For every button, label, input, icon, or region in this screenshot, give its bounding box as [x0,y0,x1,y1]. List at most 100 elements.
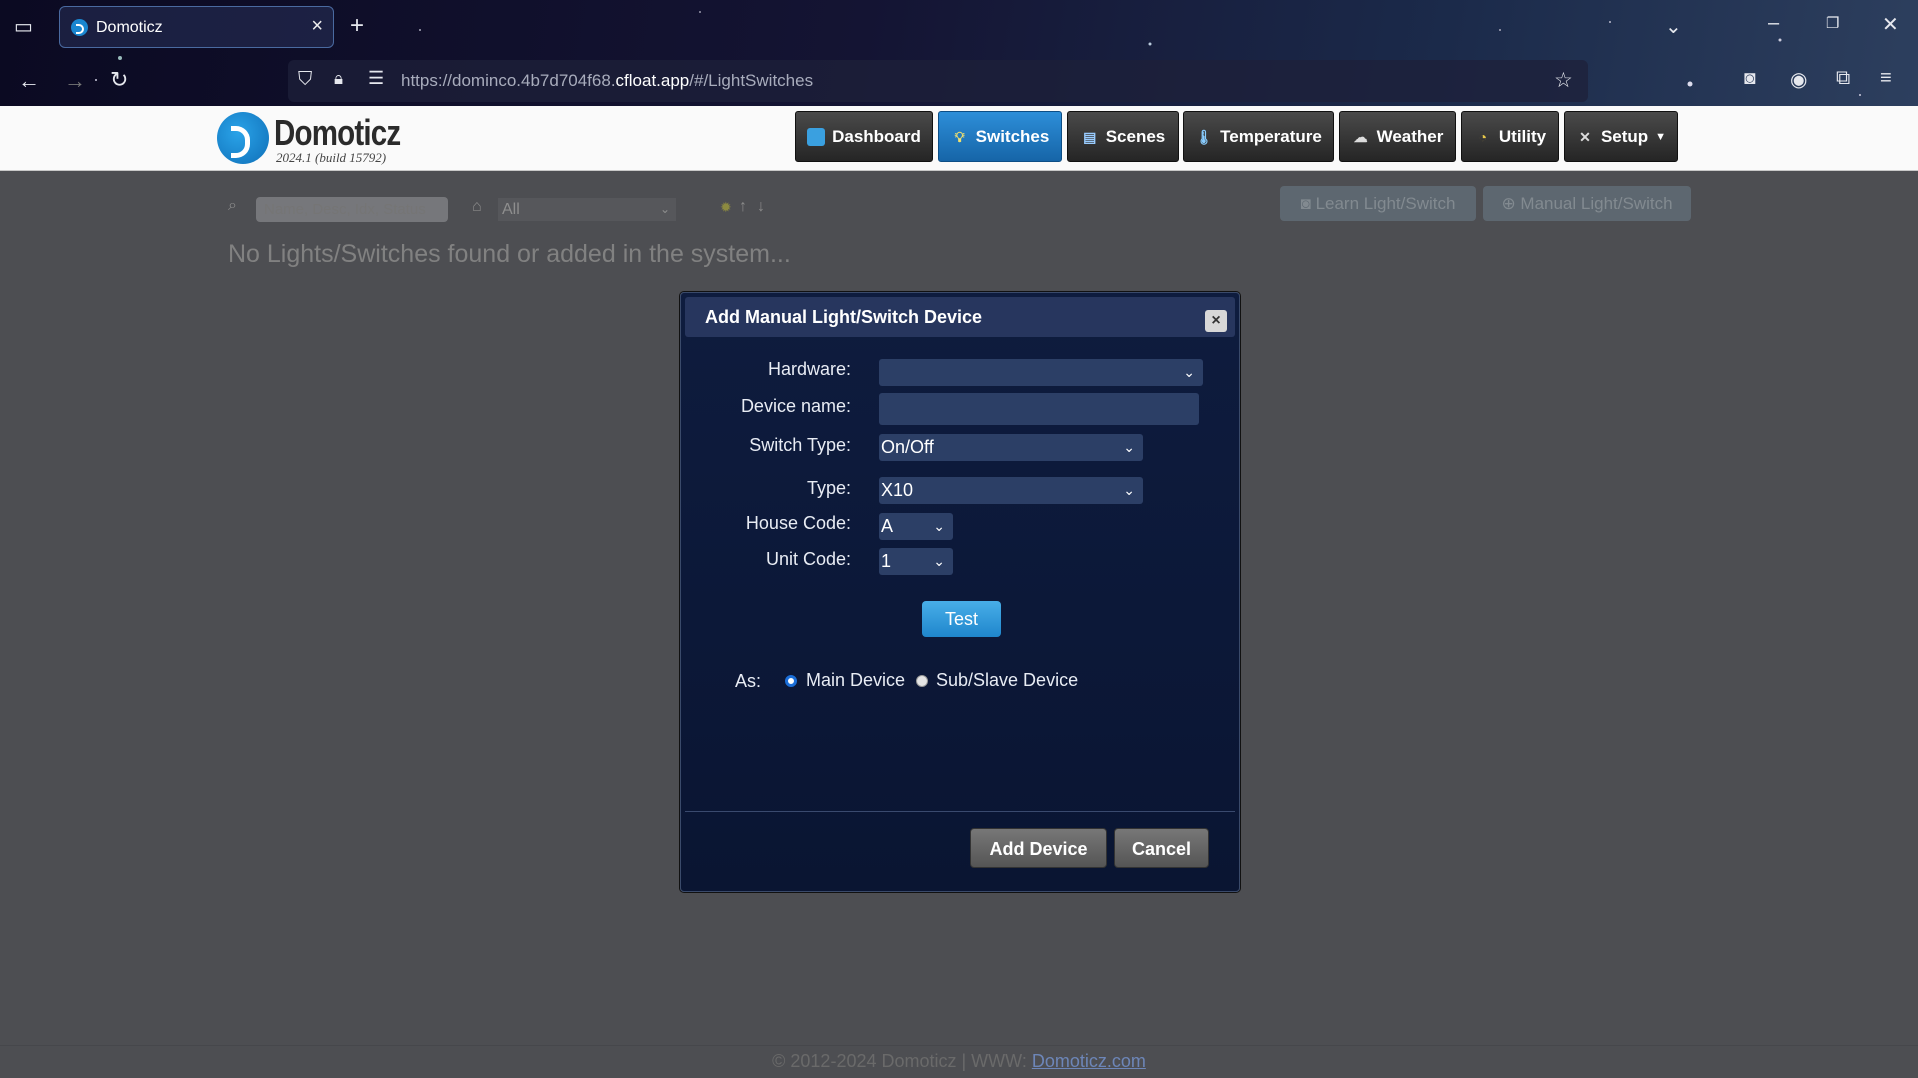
house-code-select[interactable]: A ⌄ [879,513,953,540]
plus-circle-icon: ⊕ [1501,194,1521,213]
sort-down-icon[interactable]: ↓ [757,198,765,216]
domoticz-favicon-icon [71,19,88,36]
nav-dashboard[interactable]: Dashboard [795,111,933,162]
nav-switches[interactable]: 💡︎ Switches [938,111,1062,162]
search-input[interactable] [256,197,448,222]
shield-icon[interactable]: ⛉ [298,69,312,91]
chevron-down-icon: ⌄ [1123,482,1135,498]
nav-label: Utility [1498,126,1547,146]
browser-tab[interactable]: Domoticz × [59,6,334,48]
search-icon: ⌕ [228,197,237,214]
empty-message: No Lights/Switches found or added in the… [228,240,791,268]
sort-gear-icon[interactable]: ✹ [720,199,732,216]
type-value: X10 [881,480,914,500]
new-tab-icon[interactable]: + [350,12,364,40]
bookmark-star-icon[interactable]: ☆ [1554,68,1573,93]
gauge-icon: ◔ [1478,128,1488,145]
browser-chrome: ▭ Domoticz × + ⌄ – ❐ ✕ ← → ↻ ⛉ 🔒︎ ☰ http… [0,0,1918,106]
nav-weather[interactable]: ☁ Weather [1339,111,1456,162]
account-icon[interactable]: ◉ [1790,67,1807,92]
hardware-label: Hardware: [767,359,851,379]
pocket-icon[interactable]: ◙ [1744,68,1755,90]
room-plan-icon: ⌂ [472,198,482,215]
nav-label: Setup [1600,126,1649,146]
minimize-icon[interactable]: – [1768,12,1779,35]
version-text: 2024.1 (build 15792) [276,150,387,165]
manual-switch-label: Manual Light/Switch [1520,194,1673,213]
add-device-button[interactable]: Add Device [970,828,1107,868]
sub-device-label[interactable]: Sub/Slave Device [936,670,1078,691]
dialog-divider [685,811,1235,812]
footer-text: © 2012-2024 Domoticz | WWW: [772,1051,1032,1071]
tools-icon: ✕ [1579,128,1591,145]
switch-type-select[interactable]: On/Off ⌄ [879,434,1143,461]
nav-scenes[interactable]: ▤ Scenes [1067,111,1179,162]
main-device-radio[interactable] [785,675,797,687]
extensions-icon[interactable]: ⧉ [1836,67,1850,90]
brand-name[interactable]: Domoticz [274,112,401,154]
address-bar[interactable]: ⛉ 🔒︎ ☰ https://dominco.4b7d704f68.cfloat… [288,60,1588,102]
nav-label: Scenes [1105,126,1166,146]
main-device-label[interactable]: Main Device [806,670,905,691]
domoticz-logo-icon[interactable] [217,112,269,164]
nav-setup[interactable]: ✕ Setup ▼ [1564,111,1678,162]
forward-icon[interactable]: → [64,68,86,94]
footer-link[interactable]: Domoticz.com [1032,1051,1146,1071]
nav-utility[interactable]: ◔ Utility [1461,111,1559,162]
nav-temperature[interactable]: 🌡︎ Temperature [1183,111,1334,162]
footer: © 2012-2024 Domoticz | WWW: Domoticz.com [0,1051,1918,1072]
cloud-icon: ☁ [1353,128,1368,145]
unit-code-label: Unit Code: [765,549,851,569]
dashboard-icon [807,127,826,146]
lock-icon[interactable]: 🔒︎ [334,69,343,89]
clapperboard-icon: ▤ [1083,128,1097,145]
caret-down-icon: ▼ [1655,130,1667,143]
device-name-label: Device name: [740,396,851,416]
nav-label: Temperature [1220,126,1322,146]
type-select[interactable]: X10 ⌄ [879,477,1143,504]
chevron-down-icon: ⌄ [1123,439,1135,455]
cancel-button[interactable]: Cancel [1114,828,1209,868]
switch-type-label: Switch Type: [749,435,851,455]
chevron-down-icon[interactable]: ⌄ [1665,14,1682,39]
add-device-dialog: Add Manual Light/Switch Device × Hardwar… [680,292,1240,892]
tab-title: Domoticz [96,19,163,36]
nav-label: Switches [975,126,1050,146]
manual-switch-button[interactable]: ⊕ Manual Light/Switch [1483,186,1691,221]
camera-icon: ◙ [1300,194,1316,213]
tab-list-icon[interactable]: ▭ [14,14,33,39]
learn-switch-button[interactable]: ◙ Learn Light/Switch [1280,186,1476,221]
switch-type-value: On/Off [881,437,934,457]
lightbulb-icon: 💡︎ [954,128,965,145]
nav-label: Weather [1376,126,1444,146]
back-icon[interactable]: ← [18,68,40,94]
page-info-icon[interactable]: ☰ [368,68,384,89]
menu-icon[interactable]: ≡ [1880,67,1892,90]
chevron-down-icon: ⌄ [659,202,670,216]
test-button[interactable]: Test [922,601,1001,637]
learn-switch-label: Learn Light/Switch [1315,194,1456,213]
app-header: Domoticz 2024.1 (build 15792) Dashboard … [0,106,1918,171]
close-tab-icon[interactable]: × [311,15,323,38]
sub-device-radio[interactable] [916,675,928,687]
chevron-down-icon: ⌄ [1183,364,1195,380]
hardware-select[interactable]: ⌄ [879,359,1203,386]
type-label: Type: [806,478,851,498]
chevron-down-icon: ⌄ [933,553,945,569]
sort-up-icon[interactable]: ↑ [739,198,747,216]
chevron-down-icon: ⌄ [933,518,945,534]
as-label: As: [735,671,762,691]
room-filter-value: All [502,201,520,218]
room-filter-select[interactable]: All ⌄ [498,198,676,221]
dialog-title: Add Manual Light/Switch Device [705,307,983,327]
unit-code-select[interactable]: 1 ⌄ [879,548,953,575]
url-text[interactable]: https://dominco.4b7d704f68.cfloat.app/#/… [401,71,813,91]
dialog-title-bar[interactable]: Add Manual Light/Switch Device × [685,297,1235,337]
footer-divider [0,1045,1918,1046]
reload-icon[interactable]: ↻ [110,67,128,93]
close-icon[interactable]: × [1205,310,1227,332]
device-name-input[interactable] [879,393,1199,425]
restore-icon[interactable]: ❐ [1826,14,1839,32]
nav-label: Dashboard [832,126,921,146]
close-window-icon[interactable]: ✕ [1882,12,1899,37]
